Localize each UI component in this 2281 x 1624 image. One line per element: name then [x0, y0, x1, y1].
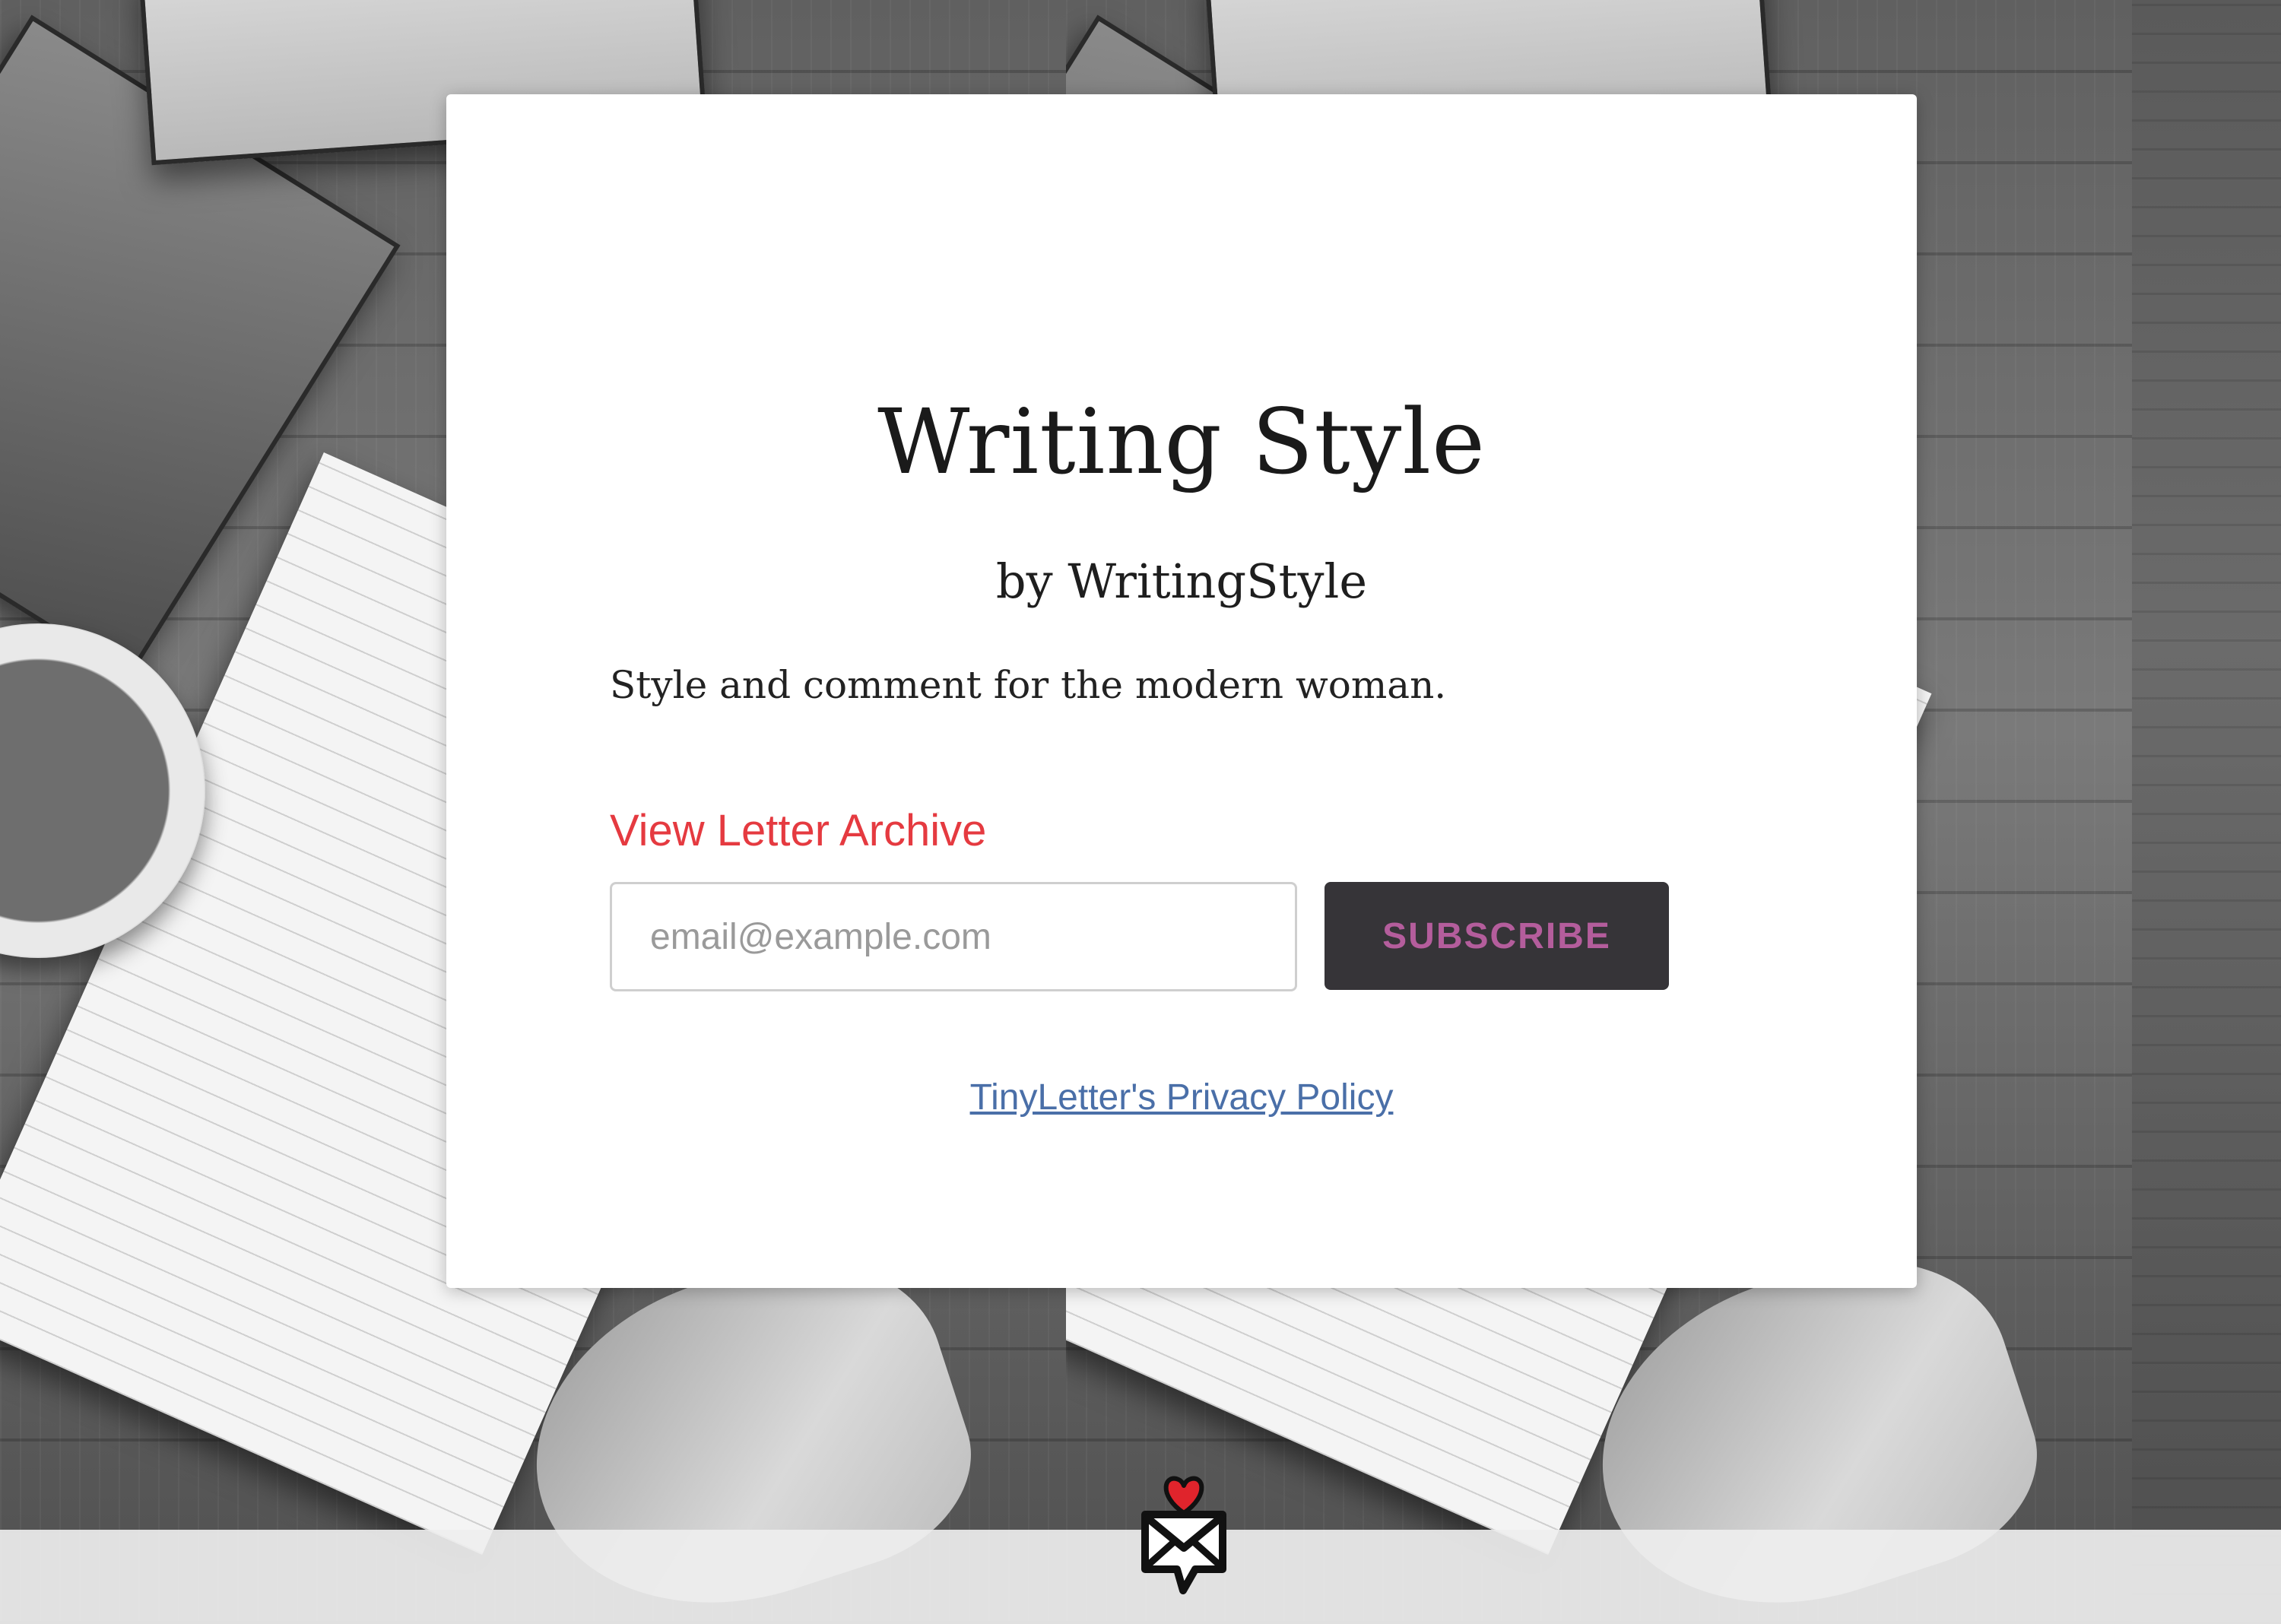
tinyletter-logo-icon[interactable]: [1134, 1469, 1233, 1598]
subscribe-card: Writing Style by WritingStyle Style and …: [446, 94, 1917, 1288]
subscribe-button[interactable]: SUBSCRIBE: [1325, 882, 1669, 990]
newsletter-byline: by WritingStyle: [995, 553, 1368, 609]
privacy-policy-link[interactable]: TinyLetter's Privacy Policy: [970, 1077, 1394, 1118]
tinyletter-heart-envelope-icon: [1141, 1476, 1226, 1594]
email-input[interactable]: [610, 882, 1297, 991]
newsletter-title: Writing Style: [877, 389, 1486, 494]
newsletter-description: Style and comment for the modern woman.: [610, 663, 1447, 707]
view-archive-link[interactable]: View Letter Archive: [610, 809, 986, 853]
privacy-policy-wrapper: TinyLetter's Privacy Policy: [446, 1080, 1917, 1116]
